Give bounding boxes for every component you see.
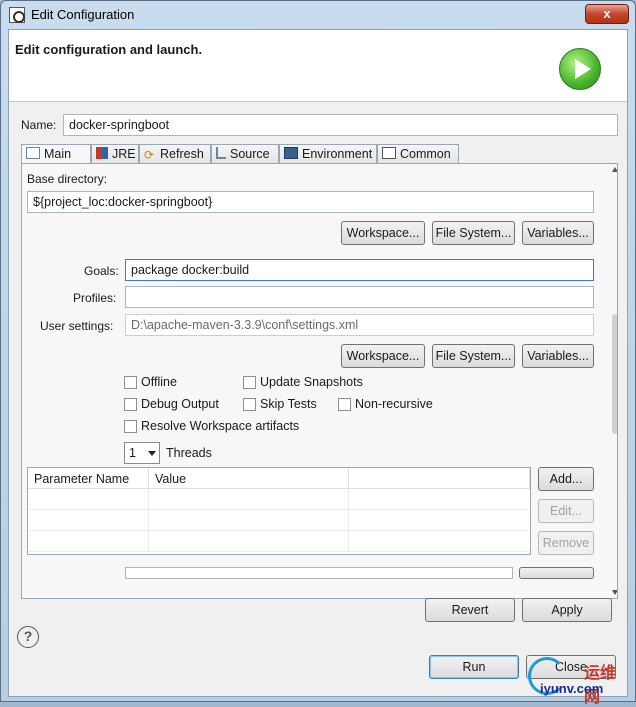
tab-main-label: Main (44, 147, 72, 161)
base-workspace-button[interactable]: Workspace... (341, 221, 425, 245)
tab-common-label: Common (400, 147, 451, 161)
tab-source[interactable]: Source (211, 144, 279, 164)
help-icon[interactable]: ? (17, 626, 39, 648)
apply-button[interactable]: Apply (522, 598, 612, 622)
watermark-bottom-text: iyunv.com (540, 681, 604, 696)
base-directory-label: Base directory: (27, 172, 108, 186)
offline-label: Offline (141, 375, 177, 389)
tab-common[interactable]: Common (377, 144, 459, 164)
offline-checkbox[interactable] (124, 376, 137, 389)
update-snapshots-checkbox[interactable] (243, 376, 256, 389)
revert-button[interactable]: Revert (425, 598, 515, 622)
table-row[interactable] (28, 489, 530, 510)
window-title: Edit Configuration (31, 7, 135, 22)
scroll-up-icon[interactable] (612, 167, 617, 172)
add-parameter-button[interactable]: Add... (538, 467, 594, 491)
parameters-table[interactable]: Parameter Name Value (27, 467, 531, 555)
column-header-parameter-name[interactable]: Parameter Name (28, 468, 149, 489)
dialog-client: Edit configuration and launch. Name: doc… (8, 29, 628, 697)
partial-button[interactable] (519, 567, 594, 579)
tab-source-label: Source (230, 147, 270, 161)
profiles-label: Profiles: (73, 291, 117, 305)
column-header-empty (349, 468, 530, 489)
settings-workspace-button[interactable]: Workspace... (341, 344, 425, 368)
watermark-logo: 运维网 iyunv.com (526, 657, 630, 706)
update-snapshots-label: Update Snapshots (260, 375, 363, 389)
threads-select[interactable]: 1 (124, 442, 160, 464)
environment-icon (284, 147, 298, 159)
base-filesystem-button[interactable]: File System... (432, 221, 515, 245)
tab-environment-label: Environment (302, 147, 373, 161)
tab-jre-label: JRE (112, 147, 136, 161)
table-row[interactable] (28, 510, 530, 531)
goals-label: Goals: (84, 264, 119, 278)
skip-tests-label: Skip Tests (260, 397, 317, 411)
settings-variables-button[interactable]: Variables... (522, 344, 594, 368)
run-launch-icon (559, 48, 601, 90)
threads-label: Threads (166, 446, 212, 460)
tab-jre[interactable]: JRE (91, 144, 139, 164)
user-settings-input[interactable]: D:\apache-maven-3.3.9\conf\settings.xml (125, 314, 594, 336)
base-directory-input[interactable]: ${project_loc:docker-springboot} (27, 191, 594, 213)
app-icon (9, 7, 25, 23)
panel-scrollbar[interactable] (612, 164, 617, 598)
resolve-workspace-checkbox[interactable] (124, 420, 137, 433)
threads-value: 1 (129, 446, 136, 460)
title-bar[interactable]: Edit Configuration x (1, 1, 635, 29)
dialog-window: Edit Configuration x Edit configuration … (0, 0, 636, 706)
settings-filesystem-button[interactable]: File System... (432, 344, 515, 368)
tab-environment[interactable]: Environment (279, 144, 377, 164)
header-title: Edit configuration and launch. (15, 42, 203, 57)
window-close-button[interactable]: x (585, 4, 629, 24)
scrollbar-thumb[interactable] (612, 314, 617, 434)
chevron-down-icon (148, 451, 156, 456)
tab-refresh[interactable]: ⟳ Refresh (139, 144, 211, 164)
skip-tests-checkbox[interactable] (243, 398, 256, 411)
tab-refresh-label: Refresh (160, 147, 204, 161)
edit-parameter-button[interactable]: Edit... (538, 499, 594, 523)
dialog-header: Edit configuration and launch. (9, 30, 627, 102)
common-icon (382, 147, 396, 159)
table-row[interactable] (28, 531, 530, 552)
scroll-down-icon[interactable] (612, 590, 617, 595)
goals-input[interactable]: package docker:build (125, 259, 594, 281)
column-header-value[interactable]: Value (149, 468, 349, 489)
tab-main[interactable]: Main (21, 144, 91, 165)
profiles-input[interactable] (125, 286, 594, 308)
debug-output-label: Debug Output (141, 397, 219, 411)
page-icon (26, 147, 40, 159)
debug-output-checkbox[interactable] (124, 398, 137, 411)
resolve-workspace-label: Resolve Workspace artifacts (141, 419, 300, 433)
jre-icon (96, 147, 108, 159)
name-label: Name: (21, 118, 57, 132)
partial-field[interactable] (125, 567, 513, 579)
main-tab-panel: Base directory: ${project_loc:docker-spr… (21, 163, 618, 599)
source-icon (216, 147, 226, 159)
remove-parameter-button[interactable]: Remove (538, 531, 594, 555)
non-recursive-label: Non-recursive (355, 397, 433, 411)
refresh-icon: ⟳ (144, 148, 155, 162)
non-recursive-checkbox[interactable] (338, 398, 351, 411)
run-button[interactable]: Run (429, 655, 519, 679)
base-variables-button[interactable]: Variables... (522, 221, 594, 245)
user-settings-label: User settings: (40, 319, 114, 333)
name-input[interactable]: docker-springboot (63, 114, 618, 136)
